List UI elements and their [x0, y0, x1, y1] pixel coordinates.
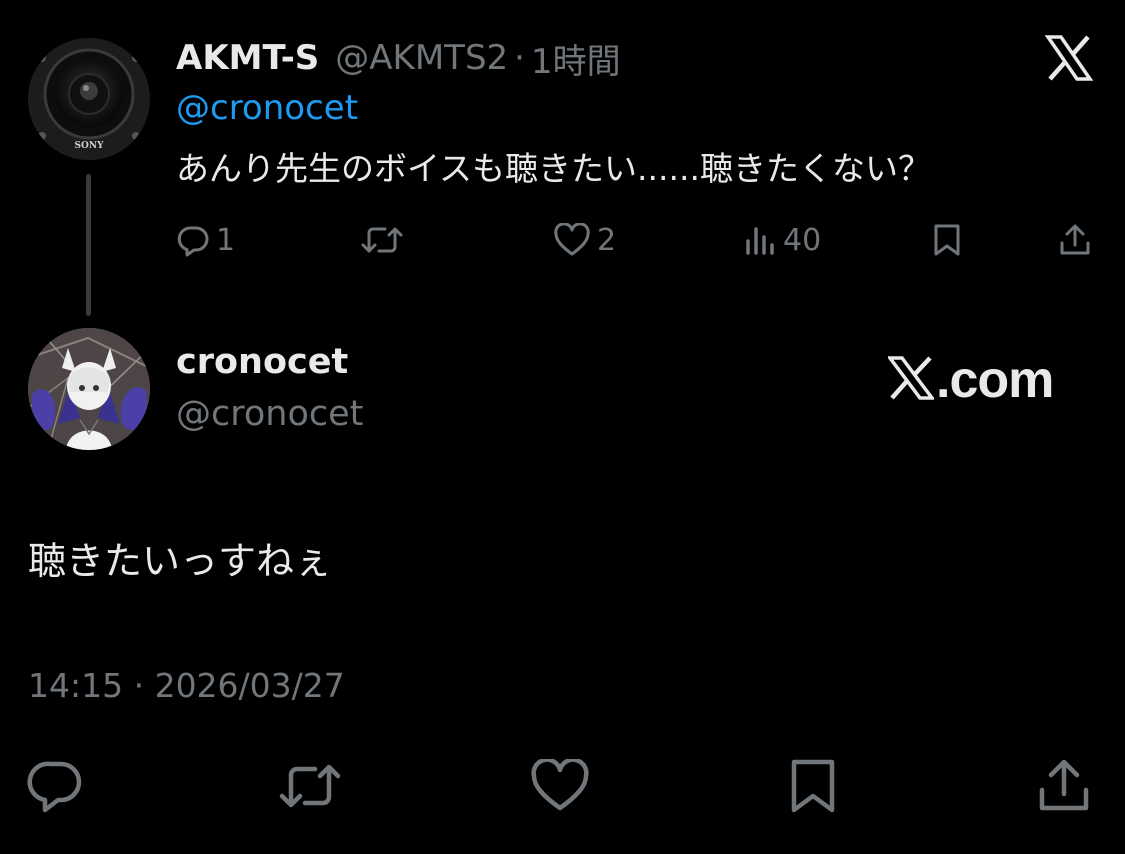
author-name[interactable]: cronocet	[176, 342, 348, 382]
views-icon	[743, 223, 777, 257]
parent-tweet-text: あんり先生のボイスも聴きたい......聴きたくない？	[176, 149, 931, 188]
like-count: 2	[597, 222, 617, 258]
separator-dot: ·	[514, 38, 525, 78]
repost-button[interactable]	[360, 218, 410, 262]
time-ago[interactable]: 1時間	[531, 34, 621, 83]
share-button[interactable]	[1058, 218, 1092, 262]
watermark-text: .com	[936, 351, 1054, 409]
share-button[interactable]	[1034, 758, 1094, 818]
parent-action-bar: 1 2 40	[0, 218, 1125, 262]
bookmark-button[interactable]	[930, 218, 964, 262]
bookmark-icon	[788, 758, 838, 818]
x-logo-icon[interactable]	[1044, 33, 1094, 83]
like-icon	[530, 757, 590, 817]
reply-button[interactable]: 1	[176, 218, 235, 262]
like-icon	[553, 223, 591, 257]
reply-button[interactable]	[26, 758, 86, 818]
bookmark-button[interactable]	[783, 758, 843, 818]
repost-button[interactable]	[277, 758, 343, 818]
x-com-watermark: .com	[886, 350, 1054, 410]
tweet-timestamp[interactable]: 14:15 · 2026/03/27	[28, 666, 345, 705]
author-handle[interactable]: @AKMTS2	[335, 38, 508, 78]
author-name[interactable]: AKMT-S	[176, 38, 319, 78]
reply-count: 1	[216, 222, 236, 258]
bookmark-icon	[930, 223, 964, 257]
reply-action-bar	[0, 757, 1125, 818]
share-icon	[1058, 223, 1092, 257]
reply-icon	[176, 223, 210, 257]
reply-tweet-text: 聴きたいっすねぇ	[28, 539, 333, 583]
repost-icon	[277, 759, 343, 817]
x-logo-icon	[886, 356, 936, 404]
tweet-thread-screenshot: SONY AKMT-S @AKMTS2 · 1時間 @cronocet あんり先…	[0, 0, 1125, 854]
like-button[interactable]: 2	[553, 218, 616, 262]
like-button[interactable]	[530, 757, 590, 818]
avatar[interactable]: SONY	[28, 38, 150, 160]
avatar[interactable]	[28, 328, 150, 450]
parent-tweet-header: AKMT-S @AKMTS2 · 1時間	[176, 34, 621, 82]
share-icon	[1037, 758, 1091, 818]
reply-to-mention[interactable]: @cronocet	[176, 88, 358, 128]
avatar-brand-label: SONY	[75, 141, 105, 151]
repost-icon	[360, 223, 404, 257]
reply-icon	[27, 758, 85, 818]
views-button[interactable]: 40	[743, 218, 821, 262]
views-count: 40	[783, 222, 822, 258]
author-handle[interactable]: @cronocet	[176, 394, 363, 434]
